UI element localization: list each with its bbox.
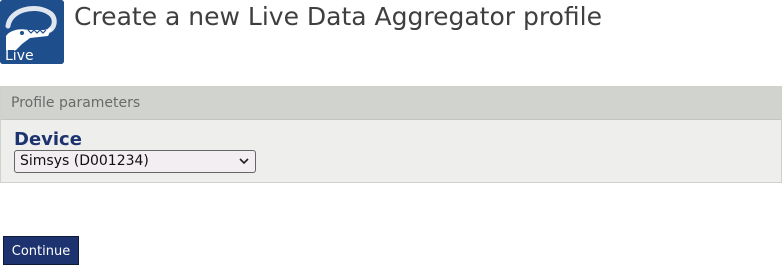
chevron-down-icon	[239, 151, 249, 179]
profile-parameters-panel: Profile parameters Device Simsys (D00123…	[0, 86, 782, 183]
panel-header: Profile parameters	[1, 87, 781, 120]
logo-text: Live	[5, 48, 34, 64]
page-title: Create a new Live Data Aggregator profil…	[74, 2, 602, 31]
page-header: Live Create a new Live Data Aggregator p…	[0, 0, 782, 64]
device-select-value: Simsys (D001234)	[20, 153, 149, 169]
device-label: Device	[14, 129, 82, 150]
continue-button[interactable]: Continue	[3, 236, 79, 265]
app-logo-icon: Live	[0, 0, 64, 64]
device-select[interactable]: Simsys (D001234)	[14, 150, 256, 173]
